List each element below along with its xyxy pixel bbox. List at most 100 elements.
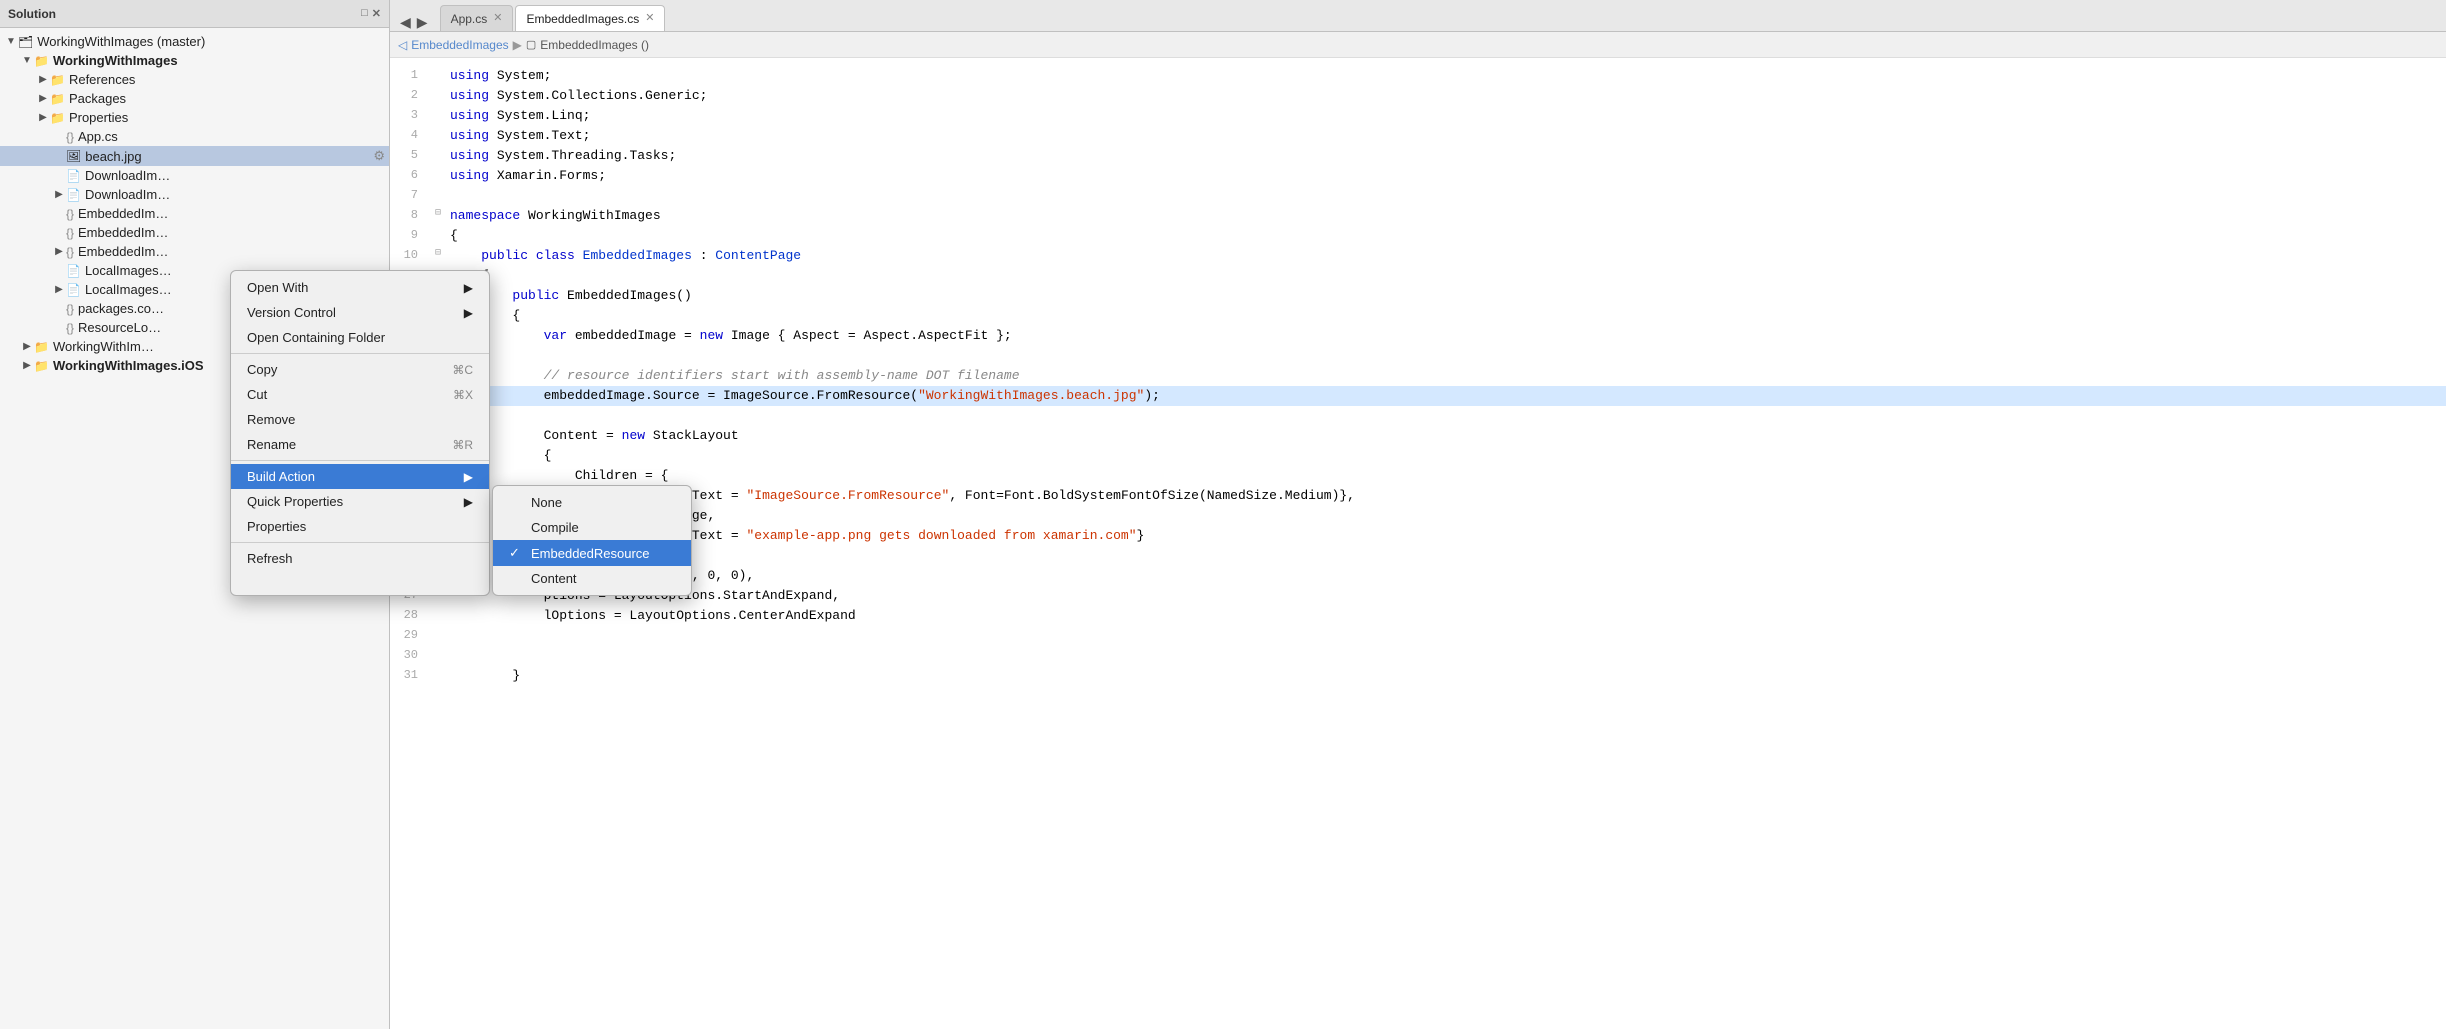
tree-item-beach-jpg[interactable]: ▶ 🖼 beach.jpg ⚙ [0,146,389,166]
file-icon: 📄 [66,188,81,202]
tree-label: App.cs [78,129,118,144]
tree-label: LocalImages… [85,263,172,278]
breadcrumb-method[interactable]: EmbeddedImages () [540,38,649,52]
tree-item-root[interactable]: ▼ 🗂 WorkingWithImages (master) [0,32,389,51]
tree-label: WorkingWithImages [53,53,178,68]
breadcrumb-separator: ▶ [513,38,522,52]
tab-close-icon[interactable]: ✕ [493,13,502,24]
code-line-29: 29 [390,626,2446,646]
tree-item-references[interactable]: ▶ 📁 References [0,70,389,89]
code-line-12: 12 public EmbeddedImages() [390,286,2446,306]
shortcut-label: ⌘C [452,363,473,377]
tree-label: WorkingWithImages (master) [37,34,205,49]
code-line-19: 19 Content = new StackLayout [390,426,2446,446]
tree-label: WorkingWithImages.iOS [53,358,204,373]
editor-area: ◀ ▶ App.cs ✕ EmbeddedImages.cs ✕ ◁ Embed… [390,0,2446,1029]
solution-header-icons: □ ✕ [361,7,381,20]
solution-title: Solution [8,7,56,21]
tree-arrow: ▶ [52,246,66,257]
menu-item-version-control[interactable]: Version Control ▶ [231,300,489,325]
tree-arrow: ▶ [20,341,34,352]
tree-item-embeddedim2[interactable]: ▶ {} EmbeddedIm… [0,223,389,242]
submenu-item-compile[interactable]: Compile [493,515,691,540]
menu-item-copy[interactable]: Copy ⌘C [231,357,489,382]
breadcrumb-icon2: ▢ [526,38,536,51]
code-line-4: 4 using System.Text; [390,126,2446,146]
file-icon: {} [66,321,74,335]
nav-back-arrow[interactable]: ◀ [398,14,413,31]
code-line-27: 27 ptions = LayoutOptions.StartAndExpand… [390,586,2446,606]
code-line-5: 5 using System.Threading.Tasks; [390,146,2446,166]
shortcut-label: ⌘X [453,388,473,402]
menu-item-rename[interactable]: Rename ⌘R [231,432,489,457]
tree-item-embeddedim3[interactable]: ▶ {} EmbeddedIm… [0,242,389,261]
code-line-21: 21 Children = { [390,466,2446,486]
folder-icon: 📁 [34,54,49,68]
menu-item-open-with[interactable]: Open With ▶ [231,275,489,300]
tree-item-downloadim2[interactable]: ▶ 📄 DownloadIm… [0,185,389,204]
tree-item-packages[interactable]: ▶ 📁 Packages [0,89,389,108]
submenu-item-content[interactable]: Content [493,566,691,591]
image-icon: 🖼 [66,149,81,163]
tree-label: WorkingWithIm… [53,339,154,354]
code-line-11: 11 { [390,266,2446,286]
menu-item-build-action[interactable]: Build Action ▶ [231,464,489,489]
menu-label: Rename [247,437,296,452]
project-icon: 🗂 [18,35,33,49]
file-icon: {} [66,302,74,316]
tree-item-embeddedim1[interactable]: ▶ {} EmbeddedIm… [0,204,389,223]
breadcrumb-bar: ◁ EmbeddedImages ▶ ▢ EmbeddedImages () [390,32,2446,58]
tab-close-icon[interactable]: ✕ [645,13,654,24]
code-line-31: 31 } [390,666,2446,686]
code-line-1: 1 using System; [390,66,2446,86]
nav-forward-arrow[interactable]: ▶ [415,14,430,31]
menu-divider [231,353,489,354]
menu-item-open-folder[interactable]: Open Containing Folder [231,325,489,350]
tree-label: DownloadIm… [85,168,170,183]
tree-item-project[interactable]: ▼ 📁 WorkingWithImages [0,51,389,70]
menu-item-refresh[interactable]: Refresh [231,546,489,571]
code-editor[interactable]: 1 using System; 2 using System.Collectio… [390,58,2446,1029]
close-icon[interactable]: ✕ [372,7,381,20]
breadcrumb-class[interactable]: EmbeddedImages [411,38,508,52]
submenu-item-embedded-resource[interactable]: ✓ EmbeddedResource [493,540,691,566]
code-line-30: 30 [390,646,2446,666]
tree-item-properties[interactable]: ▶ 📁 Properties [0,108,389,127]
code-line-9: 9 { [390,226,2446,246]
menu-item-quick-properties[interactable]: Quick Properties ▶ [231,489,489,514]
code-line-23: 23 embeddedImage, [390,506,2446,526]
tree-label: References [69,72,135,87]
menu-item-properties[interactable]: Properties [231,514,489,539]
folder-icon: 📁 [50,111,65,125]
tab-bar: ◀ ▶ App.cs ✕ EmbeddedImages.cs ✕ [390,0,2446,32]
tab-embedded-cs[interactable]: EmbeddedImages.cs ✕ [515,5,665,31]
code-line-6: 6 using Xamarin.Forms; [390,166,2446,186]
file-icon: 📄 [66,264,81,278]
menu-label: Cut [247,387,267,402]
code-line-7: 7 [390,186,2446,206]
submenu-item-none[interactable]: None [493,490,691,515]
menu-item-cut[interactable]: Cut ⌘X [231,382,489,407]
context-menu: Open With ▶ Version Control ▶ Open Conta… [230,270,490,596]
tree-item-app-cs[interactable]: ▶ {} App.cs [0,127,389,146]
submenu-label: Content [531,571,577,586]
tab-app-cs[interactable]: App.cs ✕ [440,5,514,31]
folder-icon: 📁 [34,359,49,373]
tree-label: Packages [69,91,126,106]
tree-item-downloadim1[interactable]: ▶ 📄 DownloadIm… [0,166,389,185]
build-action-submenu: None Compile ✓ EmbeddedResource Content [492,485,692,596]
submenu-arrow-icon: ▶ [464,470,473,484]
breadcrumb-icon: ◁ [398,38,407,52]
tree-label: EmbeddedIm… [78,244,168,259]
menu-item-remove[interactable]: Remove [231,407,489,432]
submenu-label: None [531,495,562,510]
file-icon: {} [66,245,74,259]
folder-icon: 📁 [50,73,65,87]
menu-label: Quick Properties [247,494,343,509]
tab-label: EmbeddedImages.cs [526,12,639,26]
minimize-icon[interactable]: □ [361,7,368,20]
tree-arrow: ▶ [36,112,50,123]
context-menu-overlay: Open With ▶ Version Control ▶ Open Conta… [230,270,692,596]
menu-label: Properties [247,519,306,534]
gear-icon[interactable]: ⚙ [373,148,385,164]
